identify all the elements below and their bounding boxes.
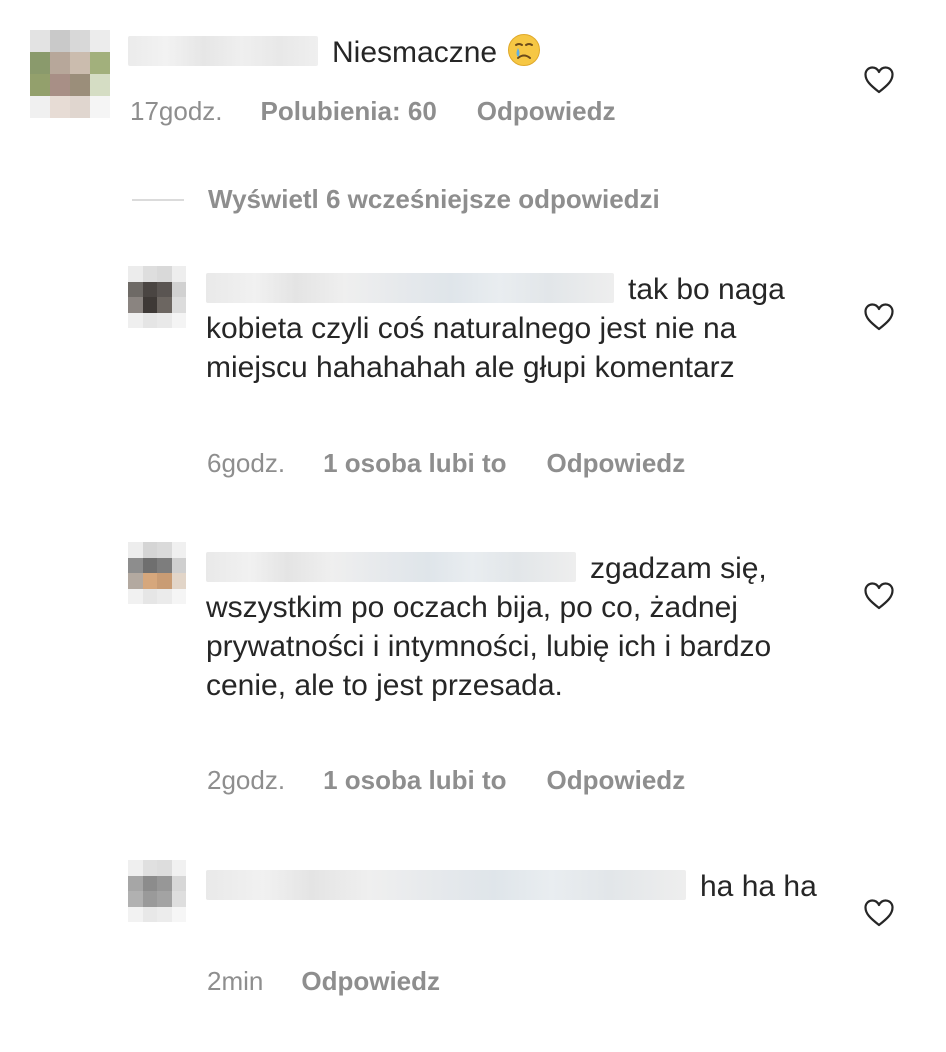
reply-button[interactable]: Odpowiedz [301, 966, 440, 996]
username[interactable] [206, 273, 614, 303]
comment-meta: 2min Odpowiedz [207, 966, 440, 996]
comment-meta: 6godz. 1 osoba lubi to Odpowiedz [207, 448, 685, 478]
username[interactable] [128, 36, 318, 66]
comment-text: Niesmaczne [128, 33, 828, 72]
avatar[interactable] [128, 860, 186, 922]
crying-face-icon [508, 34, 541, 66]
view-earlier-replies[interactable]: Wyświetl 6 wcześniejsze odpowiedzi [132, 184, 660, 214]
view-replies-button[interactable]: Wyświetl 6 wcześniejsze odpowiedzi [208, 184, 660, 214]
comment-text: zgadzam się, wszystkim po oczach bija, p… [206, 552, 772, 702]
heart-outline-icon[interactable] [864, 66, 894, 94]
heart-outline-icon[interactable] [864, 899, 894, 927]
username[interactable] [206, 870, 686, 900]
username[interactable] [206, 552, 576, 582]
avatar[interactable] [128, 542, 186, 604]
comment-time: 2min [207, 966, 264, 996]
comment-time: 6godz. [207, 448, 286, 478]
comment-time: 2godz. [207, 765, 286, 795]
reply-button[interactable]: Odpowiedz [547, 765, 686, 795]
likes-count[interactable]: Polubienia: 60 [261, 96, 437, 126]
comment-meta: 17godz. Polubienia: 60 Odpowiedz [130, 96, 615, 126]
reply-button[interactable]: Odpowiedz [547, 448, 686, 478]
comment-meta: 2godz. 1 osoba lubi to Odpowiedz [207, 765, 685, 795]
comment-text: tak bo naga kobieta czyli coś naturalneg… [206, 273, 785, 384]
comment-text: ha ha ha [206, 867, 826, 906]
likes-count[interactable]: 1 osoba lubi to [323, 448, 506, 478]
heart-outline-icon[interactable] [864, 582, 894, 610]
comment-time: 17godz. [130, 96, 223, 126]
divider [132, 198, 184, 201]
reply-button[interactable]: Odpowiedz [477, 96, 616, 126]
avatar[interactable] [30, 30, 110, 118]
avatar[interactable] [128, 266, 186, 328]
heart-outline-icon[interactable] [864, 303, 894, 331]
likes-count[interactable]: 1 osoba lubi to [323, 765, 506, 795]
